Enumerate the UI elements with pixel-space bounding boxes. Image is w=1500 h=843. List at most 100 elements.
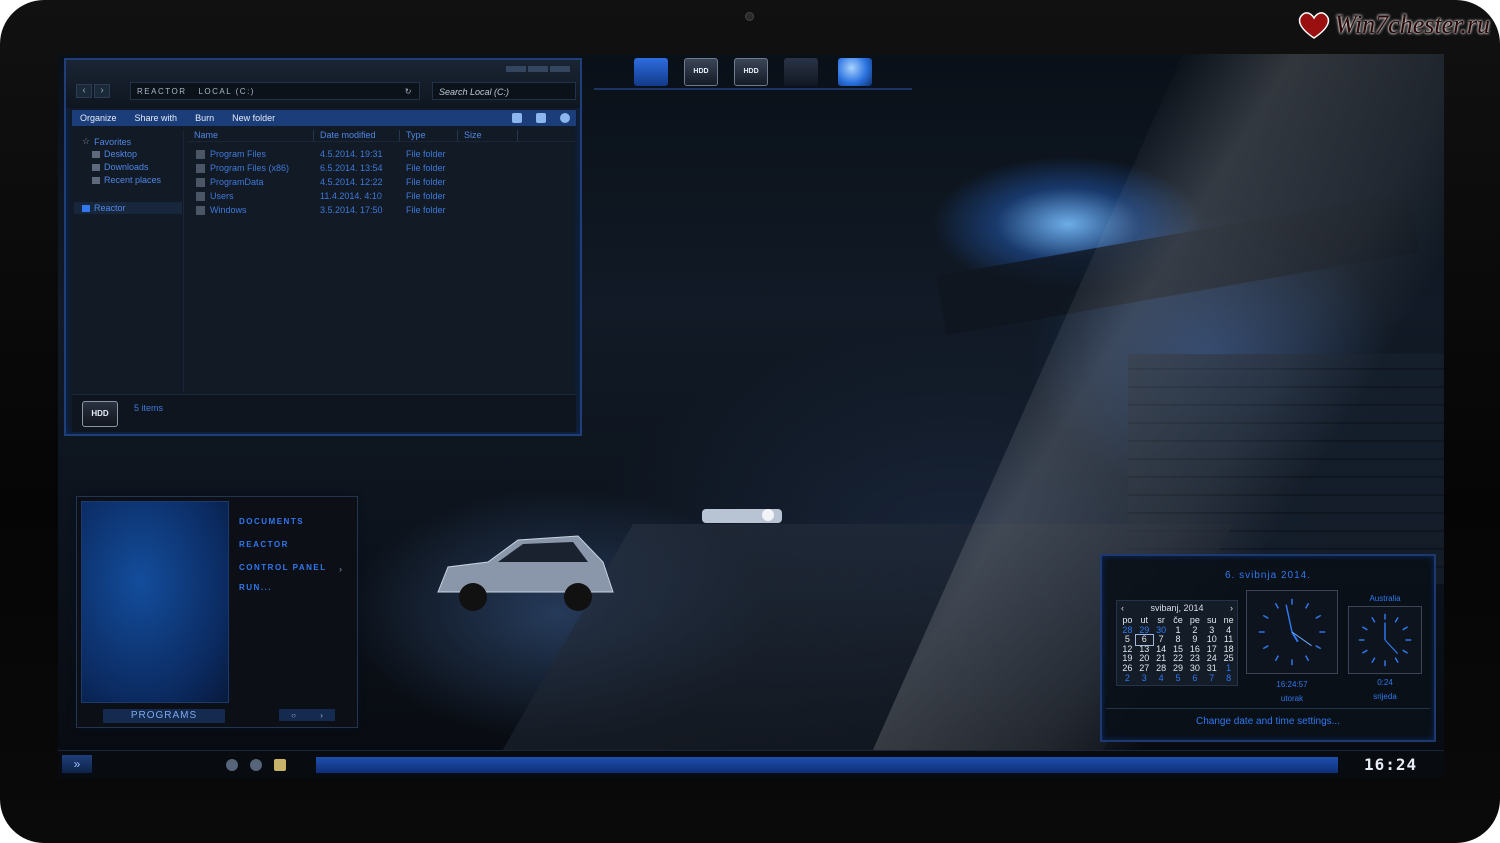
clock-tick xyxy=(1315,645,1322,650)
burn-button[interactable]: Burn xyxy=(195,113,214,123)
taskbar-band[interactable] xyxy=(316,757,1338,773)
top-dock: HDD HDD xyxy=(594,54,912,90)
start-menu-programs-pane[interactable] xyxy=(81,501,229,703)
chevron-left-icon[interactable]: ‹ xyxy=(1121,603,1124,613)
desktop-icon xyxy=(92,150,100,158)
close-button[interactable] xyxy=(550,66,570,72)
nav-recent-places[interactable]: Recent places xyxy=(92,175,161,185)
nav-desktop[interactable]: Desktop xyxy=(92,149,137,159)
explorer-window[interactable]: ‹ › Reactor Local (C:) ↻ Search Local (C… xyxy=(64,58,582,436)
clock-tick xyxy=(1402,626,1409,631)
minimize-button[interactable] xyxy=(506,66,526,72)
downloads-icon xyxy=(92,163,100,171)
clock-tick xyxy=(1402,649,1409,654)
calendar-day[interactable]: 3 xyxy=(1136,673,1153,684)
folder-icon xyxy=(196,191,205,201)
help-icon[interactable] xyxy=(560,113,570,123)
globe-dock-icon[interactable] xyxy=(838,58,872,86)
column-type[interactable]: Type xyxy=(400,130,458,141)
wallpaper-car xyxy=(437,535,614,611)
clock-tick xyxy=(1394,616,1399,623)
monitor-bezel: Win7chester.ru ‹ › Reacto xyxy=(0,0,1500,843)
hdd2-dock-icon[interactable]: HDD xyxy=(734,58,769,86)
gadget-date-title: 6. svibnja 2014. xyxy=(1224,570,1312,581)
organize-button[interactable]: Organize xyxy=(80,113,117,123)
column-size[interactable]: Size xyxy=(458,130,518,141)
navigation-pane: ☆ Favorites Desktop Downloads Recent pla… xyxy=(72,130,184,392)
table-row[interactable]: Program Files (x86) 6.5.2014. 13:54 File… xyxy=(196,162,466,174)
hdd-drive-icon: HDD xyxy=(82,401,118,427)
column-name[interactable]: Name xyxy=(188,130,314,141)
heart-logo-icon xyxy=(1298,12,1329,39)
column-date-modified[interactable]: Date modified xyxy=(314,130,400,141)
row-type: File folder xyxy=(406,149,446,159)
calendar-day[interactable]: 2 xyxy=(1119,673,1136,684)
search-input[interactable]: Search Local (C:) xyxy=(432,82,576,100)
share-with-button[interactable]: Share with xyxy=(135,113,178,123)
row-name: Program Files (x86) xyxy=(210,163,290,173)
address-refresh-icon[interactable]: ↻ xyxy=(405,87,413,96)
row-date: 3.5.2014. 17:50 xyxy=(320,205,383,215)
start-link-control-panel[interactable]: Control Panel xyxy=(239,563,327,572)
row-type: File folder xyxy=(406,191,446,201)
calendar-month: svibanj, 2014 xyxy=(1150,603,1204,613)
taskbar-clock[interactable]: 16:24 xyxy=(1364,755,1417,774)
nav-downloads[interactable]: Downloads xyxy=(92,162,149,172)
recycle-bin-dock-icon[interactable] xyxy=(784,58,819,86)
media-player-icon[interactable] xyxy=(226,759,238,771)
preview-pane-icon[interactable] xyxy=(536,113,546,123)
folder-icon xyxy=(196,149,205,159)
item-count: 5 items xyxy=(134,403,164,413)
breadcrumb-computer[interactable]: Reactor xyxy=(137,87,186,96)
hdd-dock-icon[interactable]: HDD xyxy=(683,58,719,86)
table-row[interactable]: Windows 3.5.2014. 17:50 File folder xyxy=(196,204,466,216)
clock-tick xyxy=(1274,602,1279,609)
calendar-day[interactable]: 7 xyxy=(1203,673,1220,684)
quick-launch xyxy=(214,755,314,775)
chevron-right-icon[interactable]: › xyxy=(320,711,323,720)
calendar-day[interactable]: 8 xyxy=(1220,673,1237,684)
calendar-day[interactable]: 5 xyxy=(1170,673,1187,684)
row-name: Windows xyxy=(210,205,247,215)
start-link-reactor[interactable]: Reactor xyxy=(239,540,289,549)
start-link-run[interactable]: Run... xyxy=(239,583,272,592)
forward-button[interactable]: › xyxy=(94,84,110,98)
folder-icon xyxy=(196,177,205,187)
table-row[interactable]: Users 11.4.2014. 4:10 File folder xyxy=(196,190,466,202)
row-name: Program Files xyxy=(210,149,267,159)
calendar-day[interactable]: 4 xyxy=(1153,673,1170,684)
calendar-day[interactable]: 6 xyxy=(1186,673,1203,684)
table-row[interactable]: ProgramData 4.5.2014. 12:22 File folder xyxy=(196,176,466,188)
maximize-button[interactable] xyxy=(528,66,548,72)
address-bar[interactable]: Reactor Local (C:) ↻ xyxy=(130,82,420,100)
command-bar: Organize Share with Burn New folder xyxy=(72,110,576,126)
back-button[interactable]: ‹ xyxy=(76,84,92,98)
browser-icon[interactable] xyxy=(250,759,262,771)
clock-tick xyxy=(1315,614,1322,619)
new-folder-button[interactable]: New folder xyxy=(232,113,275,123)
folder-icon xyxy=(196,163,205,173)
start-link-documents[interactable]: Documents xyxy=(239,517,304,526)
calendar-grid: po ut sr če pe su ne 28 29 30 1 2 3 4 5 6 7 8 9 10 11 12 13 14 1… xyxy=(1119,615,1237,684)
folder-icon[interactable] xyxy=(274,759,286,771)
row-date: 4.5.2014. 12:22 xyxy=(320,177,383,187)
desktop[interactable]: ‹ › Reactor Local (C:) ↻ Search Local (C… xyxy=(58,54,1444,778)
nav-downloads-label: Downloads xyxy=(104,162,149,172)
view-options-icon[interactable] xyxy=(512,113,522,123)
nav-computer[interactable]: Reactor xyxy=(74,202,182,214)
computer-icon xyxy=(82,204,90,212)
power-icon[interactable]: ○ xyxy=(291,711,296,720)
clock-tick xyxy=(1305,602,1310,609)
power-controls: ○ › xyxy=(279,709,335,721)
change-date-time-link[interactable]: Change date and time settings... xyxy=(1106,708,1430,734)
view-controls xyxy=(512,113,576,123)
chevron-right-icon[interactable]: › xyxy=(1230,603,1233,613)
start-button[interactable]: » xyxy=(62,755,92,773)
clock-tick xyxy=(1274,655,1279,662)
wallpaper-bridge xyxy=(936,192,1420,336)
nav-favorites[interactable]: ☆ Favorites xyxy=(82,136,131,147)
all-programs-button[interactable]: PROGRAMS xyxy=(103,709,225,723)
table-row[interactable]: Program Files 4.5.2014. 19:31 File folde… xyxy=(196,148,466,160)
breadcrumb-drive[interactable]: Local (C:) xyxy=(198,87,255,96)
computer-dock-icon[interactable] xyxy=(634,58,668,86)
